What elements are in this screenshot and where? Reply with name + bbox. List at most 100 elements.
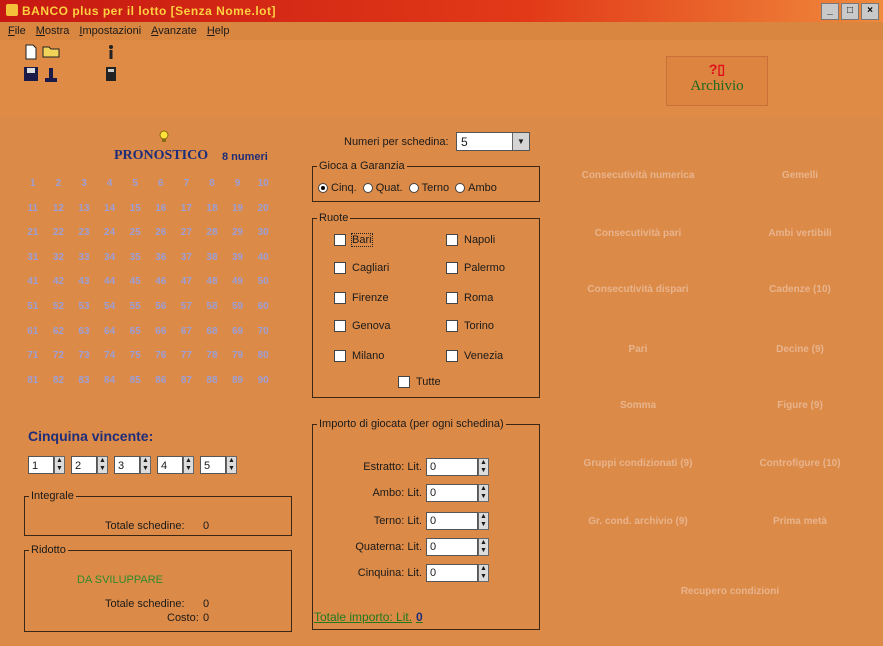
minimize-button[interactable]: _	[821, 3, 839, 20]
number-cell[interactable]: 44	[97, 270, 123, 295]
number-cell[interactable]: 86	[148, 369, 174, 394]
ruota-bari[interactable]: Bari	[334, 233, 373, 247]
lightbulb-icon[interactable]	[158, 130, 170, 144]
cinquina-spinner-5[interactable]: 5 ▲ ▼	[200, 456, 237, 474]
checkbox-icon[interactable]	[334, 350, 346, 362]
spinner-arrows-icon[interactable]: ▲ ▼	[97, 456, 108, 474]
importo-ambo-field[interactable]: 0	[426, 484, 478, 502]
number-cell[interactable]: 16	[148, 197, 174, 222]
importo-quaterna-field[interactable]: 0	[426, 538, 478, 556]
number-cell[interactable]: 88	[199, 369, 225, 394]
number-cell[interactable]: 51	[20, 295, 46, 320]
number-cell[interactable]: 11	[20, 197, 46, 222]
checkbox-icon[interactable]	[334, 262, 346, 274]
number-cell[interactable]: 85	[122, 369, 148, 394]
number-cell[interactable]: 36	[148, 246, 174, 271]
number-cell[interactable]: 37	[174, 246, 200, 271]
ruota-firenze[interactable]: Firenze	[334, 292, 389, 304]
number-cell[interactable]: 34	[97, 246, 123, 271]
checkbox-icon[interactable]	[334, 234, 346, 246]
number-cell[interactable]: 19	[225, 197, 251, 222]
spinner-arrows-icon[interactable]: ▲ ▼	[478, 564, 489, 582]
number-cell[interactable]: 2	[46, 172, 72, 197]
radio-unselected-icon[interactable]	[362, 183, 373, 193]
importo-terno-field[interactable]: 0	[426, 512, 478, 530]
number-cell[interactable]: 31	[20, 246, 46, 271]
spinner-arrows-icon[interactable]: ▲ ▼	[54, 456, 65, 474]
calculator-icon[interactable]	[102, 66, 120, 84]
open-folder-icon[interactable]	[42, 44, 60, 62]
checkbox-icon[interactable]	[446, 262, 458, 274]
numeri-per-schedina-select[interactable]: 5 ▼	[456, 132, 530, 151]
new-file-icon[interactable]	[22, 44, 40, 62]
number-cell[interactable]: 9	[225, 172, 251, 197]
number-cell[interactable]: 39	[225, 246, 251, 271]
number-cell[interactable]: 15	[122, 197, 148, 222]
radio-ambo[interactable]: Ambo	[455, 182, 497, 194]
chevron-down-icon[interactable]: ▼	[512, 133, 529, 150]
number-cell[interactable]: 10	[250, 172, 276, 197]
number-cell[interactable]: 53	[71, 295, 97, 320]
checkbox-icon[interactable]	[334, 320, 346, 332]
ruota-tutte[interactable]: Tutte	[398, 376, 441, 388]
info-icon[interactable]	[102, 44, 120, 62]
ruota-napoli[interactable]: Napoli	[446, 234, 495, 246]
number-cell[interactable]: 63	[71, 320, 97, 345]
menu-help[interactable]: Help	[207, 22, 230, 40]
number-cell[interactable]: 1	[20, 172, 46, 197]
number-cell[interactable]: 32	[46, 246, 72, 271]
number-cell[interactable]: 62	[46, 320, 72, 345]
number-cell[interactable]: 84	[97, 369, 123, 394]
checkbox-icon[interactable]	[446, 234, 458, 246]
number-cell[interactable]: 77	[174, 344, 200, 369]
number-cell[interactable]: 17	[174, 197, 200, 222]
number-cell[interactable]: 33	[71, 246, 97, 271]
radio-quaterna[interactable]: Quat.	[362, 182, 403, 194]
save-icon[interactable]	[22, 66, 40, 84]
number-cell[interactable]: 80	[250, 344, 276, 369]
number-cell[interactable]: 29	[225, 221, 251, 246]
ruota-milano[interactable]: Milano	[334, 350, 384, 362]
number-cell[interactable]: 41	[20, 270, 46, 295]
spinner-arrows-icon[interactable]: ▲ ▼	[478, 538, 489, 556]
number-cell[interactable]: 66	[148, 320, 174, 345]
checkbox-icon[interactable]	[446, 320, 458, 332]
number-cell[interactable]: 25	[122, 221, 148, 246]
cinquina-spinner-1[interactable]: 1 ▲ ▼	[28, 456, 65, 474]
spinner-arrows-icon[interactable]: ▲ ▼	[478, 458, 489, 476]
btn-consecutivita-numerica[interactable]: Consecutività numerica	[562, 170, 714, 181]
spinner-arrows-icon[interactable]: ▲ ▼	[478, 484, 489, 502]
radio-unselected-icon[interactable]	[455, 183, 466, 193]
number-cell[interactable]: 87	[174, 369, 200, 394]
number-cell[interactable]: 46	[148, 270, 174, 295]
number-cell[interactable]: 4	[97, 172, 123, 197]
ruota-venezia[interactable]: Venezia	[446, 350, 503, 362]
menu-impostazioni[interactable]: Impostazioni	[79, 22, 141, 40]
number-cell[interactable]: 72	[46, 344, 72, 369]
number-cell[interactable]: 56	[148, 295, 174, 320]
number-cell[interactable]: 23	[71, 221, 97, 246]
spinner-arrows-icon[interactable]: ▲ ▼	[226, 456, 237, 474]
number-cell[interactable]: 35	[122, 246, 148, 271]
number-cell[interactable]: 74	[97, 344, 123, 369]
number-cell[interactable]: 78	[199, 344, 225, 369]
number-cell[interactable]: 55	[122, 295, 148, 320]
number-cell[interactable]: 59	[225, 295, 251, 320]
radio-unselected-icon[interactable]	[408, 183, 419, 193]
number-cell[interactable]: 24	[97, 221, 123, 246]
btn-somma[interactable]: Somma	[562, 400, 714, 411]
cinquina-spinner-3[interactable]: 3 ▲ ▼	[114, 456, 151, 474]
number-cell[interactable]: 69	[225, 320, 251, 345]
cinquina-field-4[interactable]: 4	[157, 456, 183, 474]
ruota-genova[interactable]: Genova	[334, 320, 391, 332]
number-cell[interactable]: 61	[20, 320, 46, 345]
number-cell[interactable]: 54	[97, 295, 123, 320]
cinquina-spinner-4[interactable]: 4 ▲ ▼	[157, 456, 194, 474]
radio-selected-icon[interactable]	[318, 183, 328, 193]
ruota-torino[interactable]: Torino	[446, 320, 494, 332]
btn-pari[interactable]: Pari	[562, 344, 714, 355]
number-cell[interactable]: 76	[148, 344, 174, 369]
number-cell[interactable]: 21	[20, 221, 46, 246]
number-cell[interactable]: 73	[71, 344, 97, 369]
number-cell[interactable]: 70	[250, 320, 276, 345]
